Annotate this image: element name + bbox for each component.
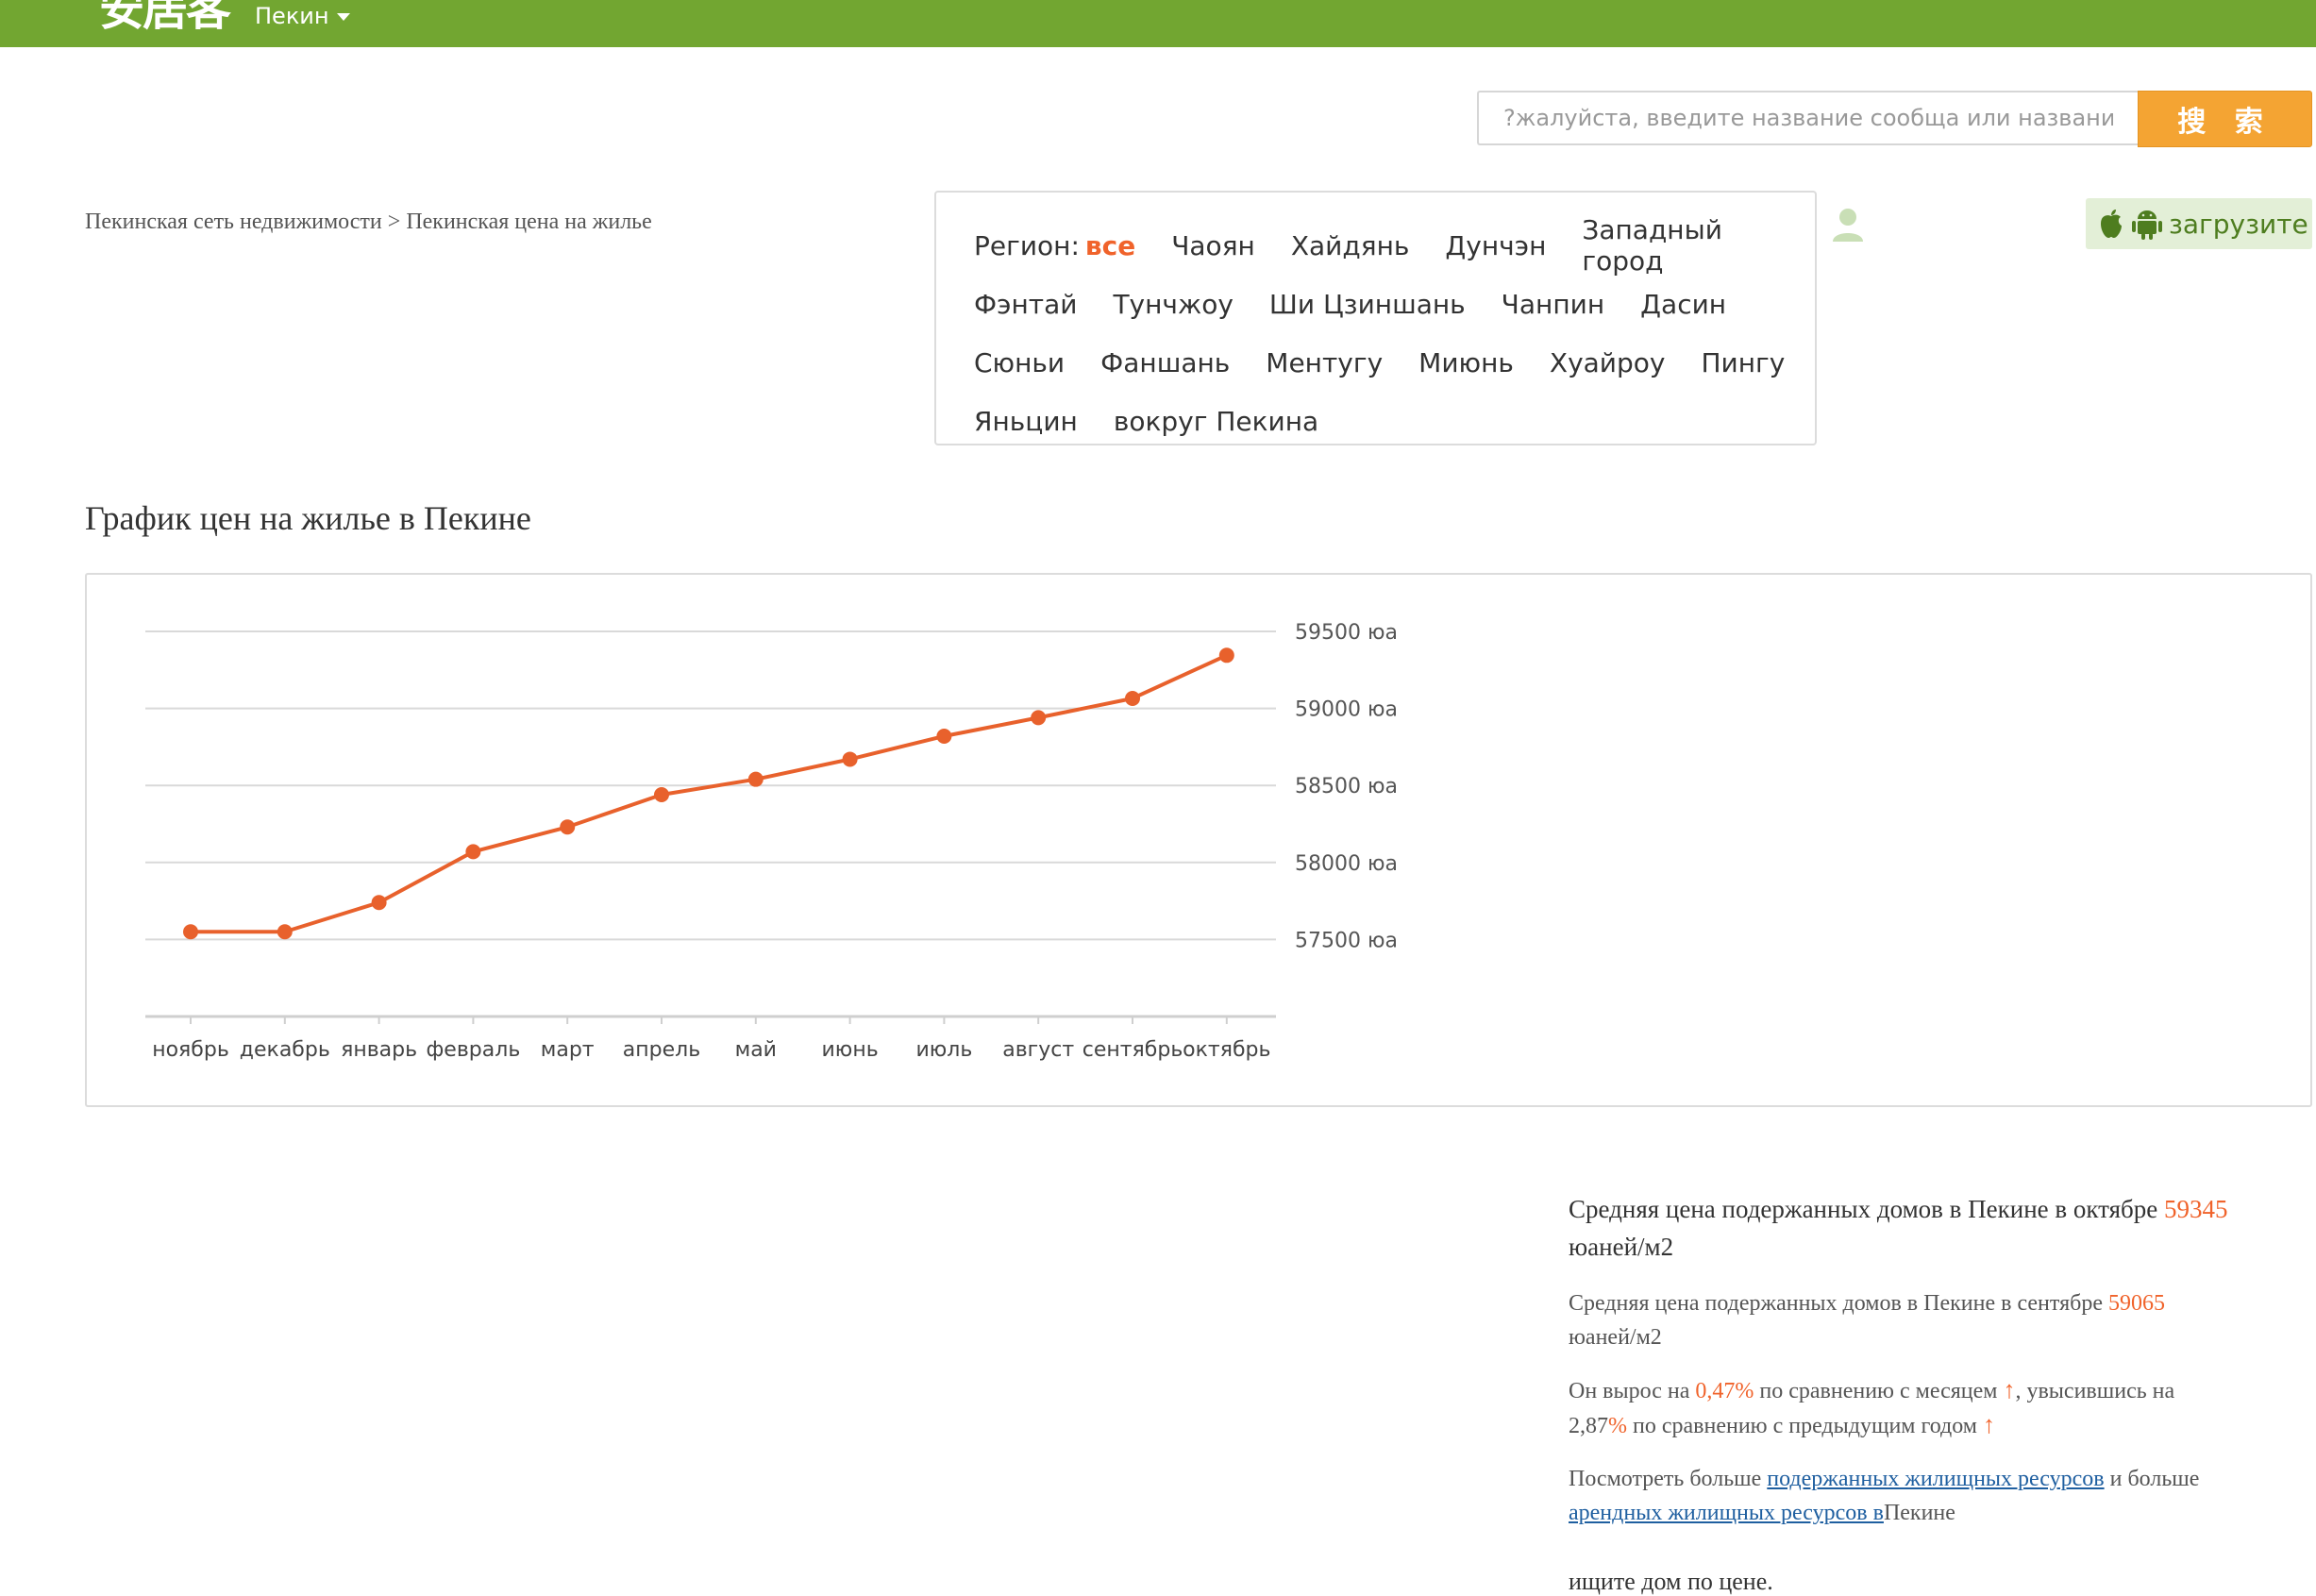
breadcrumb: Пекинская сеть недвижимости > Пекинская … xyxy=(85,210,652,235)
region-item[interactable]: Чаоян xyxy=(1171,230,1255,261)
x-tick-label: август xyxy=(1002,1038,1074,1062)
data-point xyxy=(1218,647,1234,664)
october-price-value: 59345 xyxy=(2163,1195,2228,1223)
october-price: Средняя цена подержанных домов в Пекине … xyxy=(1569,1195,2228,1261)
region-item[interactable]: вокруг Пекина xyxy=(1114,406,1318,437)
city-name: Пекин xyxy=(255,3,329,29)
region-all[interactable]: все xyxy=(1085,230,1135,261)
site-logo[interactable]: 安居客 xyxy=(99,0,231,36)
rental-link[interactable]: арендных жилищных ресурсов в xyxy=(1569,1501,1884,1525)
region-item[interactable]: Яньцин xyxy=(974,406,1078,437)
region-item[interactable]: Фэнтай xyxy=(974,289,1077,320)
data-point xyxy=(1125,690,1140,706)
x-tick-label: январь xyxy=(341,1038,417,1062)
search-button[interactable]: 搜 索 xyxy=(2138,91,2312,147)
breadcrumb-separator: > xyxy=(387,210,401,234)
section-title: График цен на жилье в Пекине xyxy=(85,499,531,537)
september-price: Средняя цена подержанных домов в Пекине … xyxy=(1569,1291,2165,1350)
data-point xyxy=(747,771,764,787)
x-tick-label: март xyxy=(541,1038,595,1062)
region-row: Яньцин вокруг Пекина xyxy=(974,392,1788,450)
data-point xyxy=(371,895,387,911)
x-tick-label: июль xyxy=(915,1038,972,1062)
data-point xyxy=(842,751,858,767)
region-item[interactable]: Ментугу xyxy=(1266,347,1383,378)
region-item[interactable]: Ши Цзиншань xyxy=(1269,289,1466,320)
region-item[interactable]: Западный город xyxy=(1582,214,1753,277)
search-by-price-link[interactable]: ищите дом по цене. xyxy=(1569,1568,2316,1596)
caret-down-icon xyxy=(336,13,350,21)
region-row: Фэнтай Тунчжоу Ши Цзиншань Чанпин Дасин xyxy=(974,275,1788,333)
second-hand-link[interactable]: подержанных жилищных ресурсов xyxy=(1767,1467,2104,1491)
region-item[interactable]: Чанпин xyxy=(1502,289,1604,320)
arrow-up-icon: ↑ xyxy=(1982,1411,1995,1438)
yoy-change: 2,87 xyxy=(1569,1414,1608,1438)
x-tick-label: февраль xyxy=(427,1038,521,1062)
x-tick-label: октябрь xyxy=(1183,1038,1270,1062)
region-row: Регион: все Чаоян Хайдянь Дунчэн Западны… xyxy=(974,214,1788,277)
x-tick-label: декабрь xyxy=(240,1038,330,1062)
price-series-line xyxy=(191,653,1228,934)
data-point xyxy=(465,844,481,860)
region-item[interactable]: Дасин xyxy=(1640,289,1726,320)
price-line-chart: 57500 юа 58000 юа 58500 юа 59000 юа 59500 юа… xyxy=(145,621,1398,1062)
region-item[interactable]: Пингу xyxy=(1701,347,1785,378)
price-info: Средняя цена подержанных домов в Пекине … xyxy=(1569,1190,2316,1596)
data-point xyxy=(936,728,952,744)
search-box xyxy=(1477,91,2138,145)
region-filter-panel: Регион: все Чаоян Хайдянь Дунчэн Западны… xyxy=(934,191,1817,445)
region-item[interactable]: Тунчжоу xyxy=(1113,289,1233,320)
breadcrumb-home[interactable]: Пекинская сеть недвижимости xyxy=(85,210,382,234)
region-label: Регион: xyxy=(974,229,1080,261)
y-tick-label: 58000 юа xyxy=(1295,852,1398,876)
region-row: Сюньи Фаншань Ментугу Миюнь Хуайроу Пинг… xyxy=(974,333,1788,392)
breadcrumb-current: Пекинская цена на жилье xyxy=(406,210,652,234)
apple-icon xyxy=(2101,210,2122,238)
city-dropdown[interactable]: Пекин xyxy=(255,2,350,30)
user-icon[interactable] xyxy=(1831,206,1865,244)
x-tick-label: ноябрь xyxy=(152,1038,229,1062)
top-header: 安居客 Пекин xyxy=(0,0,2316,47)
y-tick-label: 57500 юа xyxy=(1295,929,1398,952)
x-tick-label: июнь xyxy=(822,1038,879,1062)
region-item[interactable]: Дунчэн xyxy=(1445,230,1546,261)
data-point xyxy=(654,786,669,802)
september-price-value: 59065 xyxy=(2107,1291,2165,1316)
x-tick-label: май xyxy=(735,1038,777,1062)
android-icon xyxy=(2132,210,2162,240)
search-input[interactable] xyxy=(1479,92,2138,143)
more-resources: Посмотреть больше подержанных жилищных р… xyxy=(1569,1467,2200,1525)
region-item[interactable]: Сюньи xyxy=(974,347,1065,378)
data-point xyxy=(183,924,198,940)
chart-panel: 57500 юа 58000 юа 58500 юа 59000 юа 59500 юа… xyxy=(85,573,2312,1595)
region-item[interactable]: Миюнь xyxy=(1418,347,1514,378)
data-point xyxy=(560,819,576,835)
arrow-up-icon: ↑ xyxy=(2003,1376,2016,1403)
app-download-button[interactable]: загрузите xyxy=(2086,198,2312,249)
download-label: загрузите xyxy=(2169,208,2308,240)
y-tick-label: 59500 юа xyxy=(1295,621,1398,645)
price-change: Он вырос на 0,47% по сравнению с месяцем… xyxy=(1569,1376,2175,1438)
region-item[interactable]: Фаншань xyxy=(1100,347,1230,378)
mom-change: 0,47% xyxy=(1695,1379,1754,1403)
x-tick-label: апрель xyxy=(623,1038,700,1062)
y-tick-label: 58500 юа xyxy=(1295,775,1398,798)
region-item[interactable]: Хайдянь xyxy=(1291,230,1410,261)
region-item[interactable]: Хуайроу xyxy=(1550,347,1666,378)
data-point xyxy=(277,924,293,940)
y-tick-label: 59000 юа xyxy=(1295,698,1398,722)
x-tick-label: сентябрь xyxy=(1082,1038,1183,1062)
data-point xyxy=(1031,710,1047,726)
